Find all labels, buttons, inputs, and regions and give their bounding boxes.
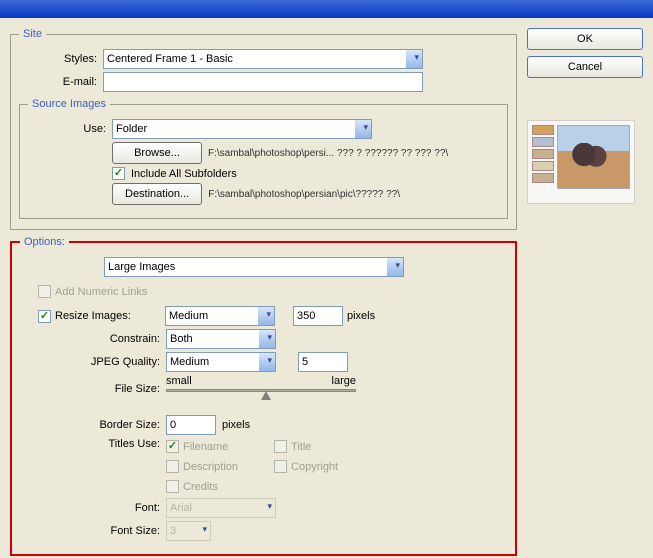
title-credits-checkbox: [166, 480, 179, 493]
site-group: Site Styles: Centered Frame 1 - Basic E-…: [10, 28, 517, 230]
options-legend: Options:: [20, 236, 69, 248]
title-description-checkbox: [166, 460, 179, 473]
border-input[interactable]: [166, 415, 216, 435]
filesize-large: large: [332, 375, 356, 387]
browse-button[interactable]: Browse...: [112, 142, 202, 164]
include-subfolders-checkbox[interactable]: [112, 167, 125, 180]
border-label: Border Size:: [20, 419, 160, 431]
resize-pixels-input[interactable]: [293, 306, 343, 326]
resize-label: Resize Images:: [55, 310, 161, 322]
source-group: Source Images Use: Folder Browse... F:\s…: [19, 98, 508, 219]
constrain-label: Constrain:: [20, 333, 160, 345]
title-filename-checkbox: [166, 440, 179, 453]
resize-checkbox[interactable]: [38, 310, 51, 323]
fontsize-select: 3: [166, 521, 211, 541]
email-label: E-mail:: [19, 76, 97, 88]
jpeg-num-input[interactable]: [298, 352, 348, 372]
use-label: Use:: [28, 123, 106, 135]
font-label: Font:: [20, 502, 160, 514]
filesize-small: small: [166, 375, 192, 387]
ok-button[interactable]: OK: [527, 28, 643, 50]
styles-label: Styles:: [19, 53, 97, 65]
source-legend: Source Images: [28, 98, 110, 110]
email-input[interactable]: [103, 72, 423, 92]
preview-thumbnail: [527, 120, 635, 204]
pixels-label-2: pixels: [222, 419, 250, 431]
add-numeric-label: Add Numeric Links: [55, 286, 147, 298]
options-group: Options: Large Images Add Numeric Links …: [10, 236, 517, 556]
dialog-body: Site Styles: Centered Frame 1 - Basic E-…: [0, 18, 653, 558]
jpeg-select[interactable]: Medium: [166, 352, 276, 372]
filesize-label: File Size:: [20, 383, 160, 395]
fontsize-label: Font Size:: [20, 525, 160, 537]
filesize-slider[interactable]: small large: [166, 375, 356, 403]
title-copyright-checkbox: [274, 460, 287, 473]
resize-select[interactable]: Medium: [165, 306, 275, 326]
destination-path: F:\sambal\photoshop\persian\pic\????? ??…: [208, 189, 400, 200]
use-select[interactable]: Folder: [112, 119, 372, 139]
destination-button[interactable]: Destination...: [112, 183, 202, 205]
cancel-button[interactable]: Cancel: [527, 56, 643, 78]
pixels-label-1: pixels: [347, 310, 375, 322]
font-select: Arial: [166, 498, 276, 518]
include-subfolders-label: Include All Subfolders: [131, 168, 237, 180]
site-legend: Site: [19, 28, 46, 40]
add-numeric-checkbox: [38, 285, 51, 298]
titlebar: [0, 0, 653, 18]
titles-label: Titles Use:: [20, 438, 160, 450]
constrain-select[interactable]: Both: [166, 329, 276, 349]
options-section-select[interactable]: Large Images: [104, 257, 404, 277]
styles-select[interactable]: Centered Frame 1 - Basic: [103, 49, 423, 69]
browse-path: F:\sambal\photoshop\persi... ??? ? ?????…: [208, 148, 448, 159]
title-title-checkbox: [274, 440, 287, 453]
jpeg-label: JPEG Quality:: [20, 356, 160, 368]
